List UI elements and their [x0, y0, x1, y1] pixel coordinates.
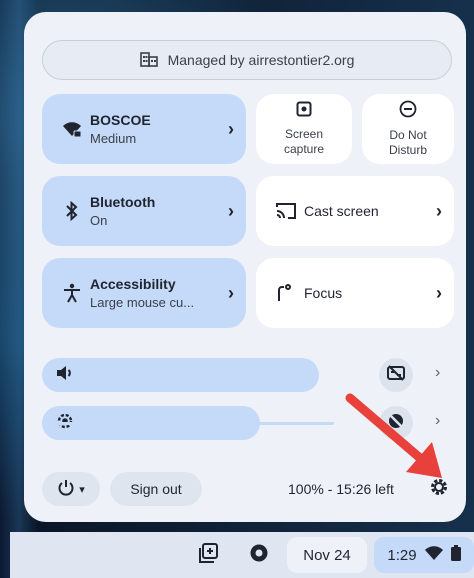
accessibility-icon	[54, 283, 90, 303]
sign-out-button[interactable]: Sign out	[110, 472, 202, 506]
red-arrow-annotation	[345, 393, 442, 478]
holding-space-icon	[199, 542, 219, 568]
wifi-icon	[424, 546, 443, 564]
focus-label: Focus	[304, 285, 343, 301]
building-icon	[139, 51, 158, 70]
chevron-down-icon: ▾	[79, 483, 85, 496]
accessibility-status: Large mouse cu...	[90, 295, 195, 310]
circle-icon	[249, 543, 269, 568]
cast-icon	[268, 202, 304, 220]
focus-icon	[268, 283, 304, 303]
date-tray-button[interactable]: Nov 24	[287, 537, 367, 573]
system-shelf: Nov 24 1:29	[10, 532, 474, 578]
audio-settings-button[interactable]	[379, 358, 413, 392]
chevron-right-icon[interactable]: ›	[216, 283, 246, 304]
bluetooth-icon	[54, 201, 90, 221]
do-not-disturb-label-1: Do Not	[389, 128, 427, 142]
chevron-right-icon[interactable]: ›	[216, 119, 246, 140]
screen-capture-label-2: capture	[283, 142, 325, 156]
holding-space-button[interactable]	[195, 541, 223, 569]
cast-screen-label: Cast screen	[304, 203, 379, 219]
focus-tile[interactable]: Focus ›	[256, 258, 454, 328]
battery-icon	[450, 545, 461, 565]
bluetooth-status: On	[90, 213, 108, 228]
wifi-lock-icon	[54, 120, 90, 138]
power-menu-button[interactable]: ▾	[42, 472, 100, 506]
clock-time: 1:29	[387, 546, 417, 564]
closed-captions-off-icon	[387, 364, 405, 386]
accessibility-label: Accessibility	[90, 276, 176, 292]
status-tray-button[interactable]: 1:29	[374, 537, 474, 573]
volume-icon	[56, 365, 74, 386]
power-icon	[57, 479, 75, 500]
managed-banner-text: Managed by airrestontier2.org	[167, 52, 355, 68]
chevron-right-icon[interactable]: ›	[435, 364, 440, 382]
do-not-disturb-icon	[399, 100, 417, 122]
network-strength: Medium	[90, 131, 137, 146]
volume-slider[interactable]	[42, 358, 319, 392]
do-not-disturb-label-2: Disturb	[388, 143, 427, 157]
cast-screen-tile[interactable]: Cast screen ›	[256, 176, 454, 246]
brightness-track	[42, 422, 334, 425]
assistant-button[interactable]	[245, 541, 273, 569]
chevron-right-icon[interactable]: ›	[216, 201, 246, 222]
screen-capture-label-1: Screen	[284, 127, 324, 141]
bluetooth-label: Bluetooth	[90, 194, 156, 210]
screen-capture-icon	[296, 101, 312, 121]
screen-capture-tile[interactable]: Screen capture	[256, 94, 352, 164]
accessibility-tile[interactable]: Accessibility Large mouse cu... ›	[42, 258, 246, 328]
bluetooth-tile[interactable]: Bluetooth On ›	[42, 176, 246, 246]
network-name: BOSCOE	[90, 112, 151, 128]
managed-banner[interactable]: Managed by airrestontier2.org	[42, 40, 452, 80]
do-not-disturb-tile[interactable]: Do Not Disturb	[362, 94, 454, 164]
chevron-right-icon[interactable]: ›	[424, 283, 454, 304]
network-tile[interactable]: BOSCOE Medium ›	[42, 94, 246, 164]
chevron-right-icon[interactable]: ›	[424, 201, 454, 222]
